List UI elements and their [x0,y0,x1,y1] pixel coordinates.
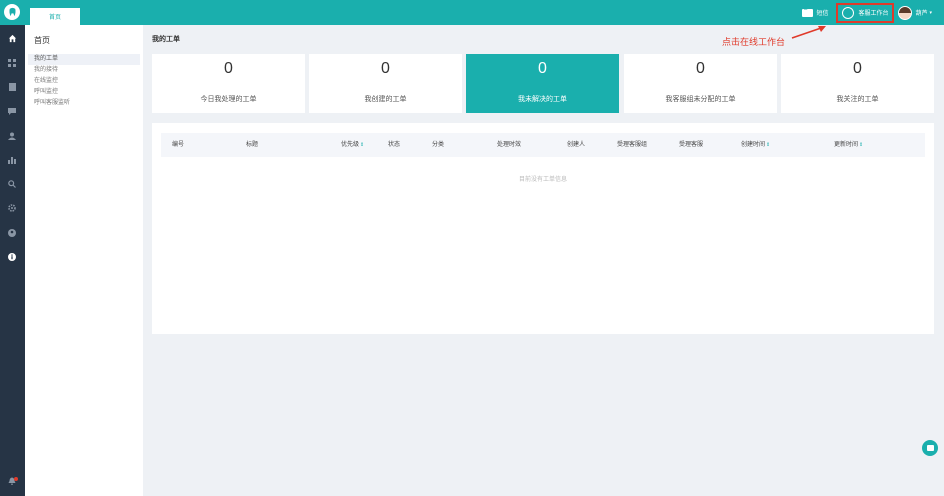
sidebar-menu: 我的工单 我的接待 在线监控 呼叫监控 呼叫客服监听 [28,54,140,109]
col-created-at[interactable]: 创建时间⇕ [741,133,770,157]
sidebar-item-my-reception[interactable]: 我的接待 [28,65,140,76]
workbench-button[interactable]: 客服工作台 [836,2,895,23]
stat-cards: 0 今日我处理的工单 0 我创建的工单 0 我未解决的工单 0 我客服组未分配的… [152,54,934,113]
sms-label: 短信 [816,11,829,17]
document-icon[interactable] [7,82,17,92]
sidebar-item-call-listen[interactable]: 呼叫客服监听 [28,98,140,109]
col-status: 状态 [388,142,401,148]
user-menu[interactable]: 葫芦 ▾ [898,5,932,20]
col-priority-label: 优先级 [341,142,360,148]
stat-value: 0 [381,60,390,77]
tab-home[interactable]: 首页 [30,8,80,25]
sidebar-item-call-monitor[interactable]: 呼叫监控 [28,87,140,98]
headset-icon [842,6,855,19]
workbench-label: 客服工作台 [858,11,889,17]
gear-icon[interactable] [7,203,17,213]
col-id: 编号 [172,142,185,148]
annotation-text: 点击在线工作台 [722,37,786,47]
stat-label: 我客服组未分配的工单 [665,96,736,103]
chat-bubble-icon [926,445,934,451]
stat-value: 0 [696,60,705,77]
col-priority[interactable]: 优先级⇕ [341,133,364,157]
page-title: 我的工单 [152,36,180,43]
sms-button[interactable]: 短信 [802,7,829,17]
annotation-arrow [791,26,826,39]
notification-badge [14,477,18,481]
sort-icon: ⇕ [859,142,864,148]
user-name: 葫芦 [915,11,928,17]
chevron-down-icon: ▾ [929,9,932,16]
sidebar-title: 首页 [34,36,50,45]
stat-label: 我创建的工单 [364,96,407,103]
chat-icon[interactable] [7,106,17,116]
avatar [898,5,913,20]
sort-icon: ⇕ [360,142,365,148]
sort-icon: ⇕ [766,142,771,148]
search-icon[interactable] [7,179,17,189]
app-logo[interactable] [4,4,20,20]
sms-icon [802,7,814,17]
stat-card-created[interactable]: 0 我创建的工单 [309,54,462,113]
stat-card-followed[interactable]: 0 我关注的工单 [781,54,934,113]
stat-card-unresolved[interactable]: 0 我未解决的工单 [466,54,619,113]
col-sla: 处理时效 [497,142,522,148]
grid-icon[interactable] [7,58,17,68]
home-icon[interactable] [7,33,17,43]
stat-value: 0 [853,60,862,77]
col-category: 分类 [432,142,445,148]
top-bar: 首页 短信 客服工作台 葫芦 ▾ [0,0,944,25]
col-agent: 受理客服 [679,142,704,148]
col-title: 标题 [246,142,259,148]
sidebar-item-my-tickets[interactable]: 我的工单 [28,54,140,65]
chart-icon[interactable] [7,155,17,165]
stat-value: 0 [224,60,233,77]
stat-value: 0 [538,60,547,77]
stat-label: 我未解决的工单 [518,96,567,103]
col-updated-at-label: 更新时间 [834,142,859,148]
top-right-actions: 短信 客服工作台 葫芦 ▾ [802,0,944,25]
col-creator: 创建人 [567,142,586,148]
icon-nav-bar [0,25,25,496]
contacts-icon[interactable] [7,131,17,141]
col-created-at-label: 创建时间 [741,142,766,148]
stat-label: 今日我处理的工单 [200,96,257,103]
stat-label: 我关注的工单 [836,96,879,103]
table-header: 编号 标题 优先级⇕ 状态 分类 处理时效 创建人 受理客服组 受理客服 创建时… [161,133,925,157]
sub-sidebar: 首页 我的工单 我的接待 在线监控 呼叫监控 呼叫客服监听 [25,25,143,496]
empty-state: 目前没有工单信息 [518,177,567,183]
sidebar-item-online-monitor[interactable]: 在线监控 [28,76,140,87]
stat-card-today-handled[interactable]: 0 今日我处理的工单 [152,54,305,113]
stat-card-unassigned[interactable]: 0 我客服组未分配的工单 [624,54,777,113]
floating-chat-button[interactable] [922,440,938,456]
profile-icon[interactable] [7,228,17,238]
col-group: 受理客服组 [617,142,648,148]
info-icon[interactable] [7,252,17,262]
col-updated-at[interactable]: 更新时间⇕ [834,133,863,157]
ticket-table: 编号 标题 优先级⇕ 状态 分类 处理时效 创建人 受理客服组 受理客服 创建时… [152,123,934,334]
